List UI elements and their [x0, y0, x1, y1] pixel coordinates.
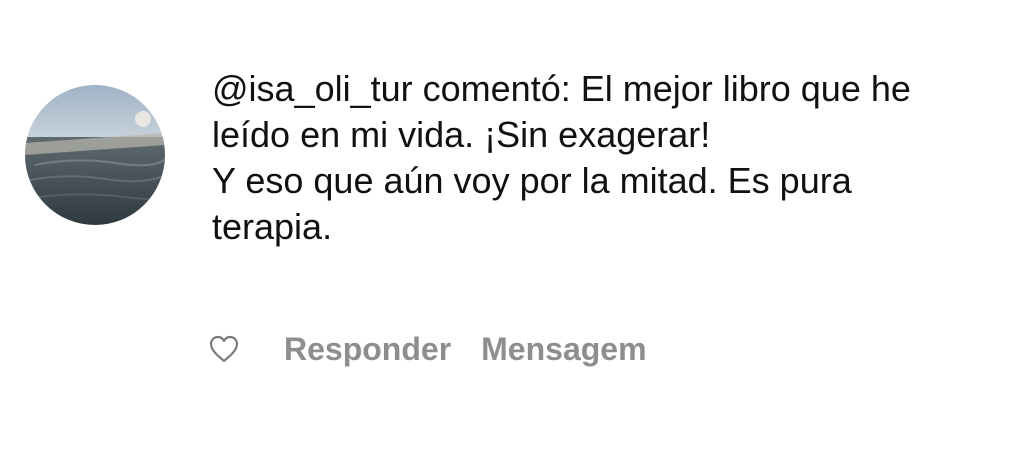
- comment-line: Y eso que aún voy por la mitad. Es pura: [212, 160, 852, 201]
- like-button[interactable]: [204, 329, 244, 369]
- reply-button[interactable]: Responder: [284, 331, 451, 368]
- message-button[interactable]: Mensagem: [481, 331, 646, 368]
- comment-actions: Responder Mensagem: [204, 326, 647, 372]
- heart-outline-icon: [209, 335, 239, 363]
- comment-text: @isa_oli_tur comentó: El mejor libro que…: [212, 66, 1012, 250]
- comment-line: @isa_oli_tur comentó: El mejor libro que…: [212, 68, 911, 109]
- avatar-photo: [25, 85, 165, 225]
- comment-line: leído en mi vida. ¡Sin exagerar!: [212, 114, 711, 155]
- comment-line: terapia.: [212, 206, 333, 247]
- avatar[interactable]: [25, 85, 165, 225]
